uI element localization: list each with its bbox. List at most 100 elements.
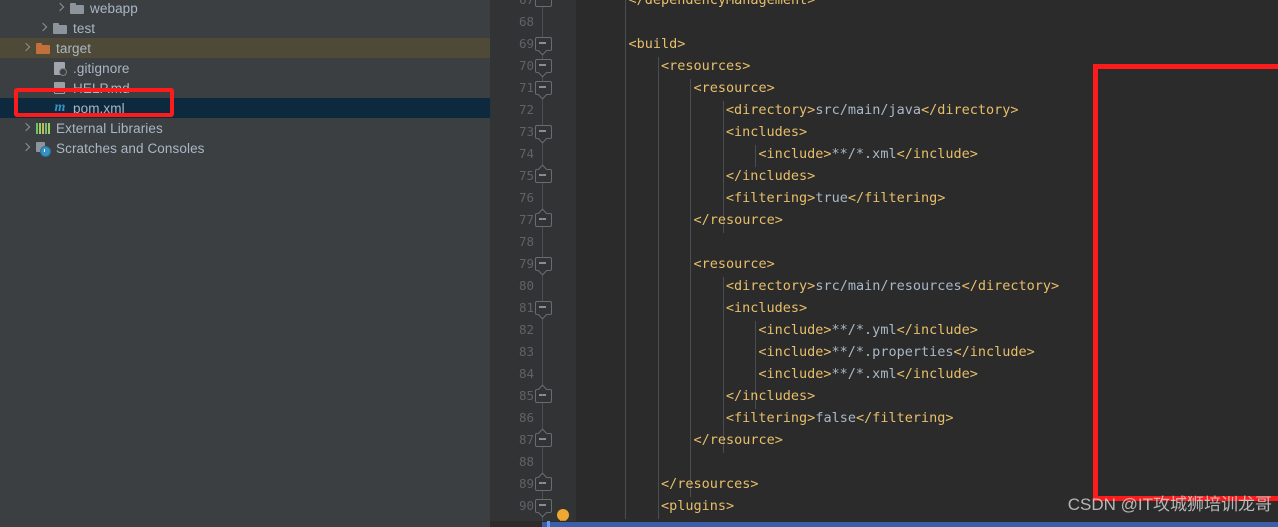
code-fold-toggle[interactable] xyxy=(535,59,552,78)
tree-item-external-libraries[interactable]: External Libraries xyxy=(0,118,490,138)
code-line: <filtering>false</filtering> xyxy=(725,410,954,426)
line-number: 69 xyxy=(518,36,534,51)
code-line: <resources> xyxy=(660,58,751,74)
code-content[interactable]: </dependencyManagement> <build> <resources… xyxy=(576,0,1278,527)
line-number: 68 xyxy=(518,14,534,29)
folder-orange-icon xyxy=(35,40,51,56)
code-line: <directory>src/main/resources</directory… xyxy=(725,278,1060,294)
chevron-right-icon[interactable] xyxy=(55,3,66,14)
chevron-right-icon[interactable] xyxy=(21,43,32,54)
line-number: 81 xyxy=(518,300,534,315)
ide-window: webapp test target .gitignore HELP.md m pom.xm… xyxy=(0,0,1278,527)
code-line: <build> xyxy=(628,36,686,52)
line-number: 72 xyxy=(518,102,534,117)
tree-item-gitignore[interactable]: .gitignore xyxy=(0,58,490,78)
line-number: 67 xyxy=(490,0,534,11)
code-line: </dependencyManagement> xyxy=(628,0,816,8)
folder-gray-icon xyxy=(52,20,68,36)
markdown-icon xyxy=(52,80,68,96)
code-fold-toggle[interactable] xyxy=(535,257,552,276)
indent-guide xyxy=(755,145,757,167)
tree-item-label: webapp xyxy=(90,0,138,16)
indent-guide xyxy=(690,79,692,497)
line-number: 71 xyxy=(518,80,534,95)
line-number: 88 xyxy=(518,454,534,469)
code-fold-toggle[interactable] xyxy=(535,499,552,518)
code-fold-toggle[interactable] xyxy=(535,125,552,144)
code-line: <resource> xyxy=(693,80,775,96)
scratches-icon xyxy=(35,140,51,157)
line-number: 85 xyxy=(518,388,534,403)
code-fold-toggle[interactable] xyxy=(535,37,552,56)
code-line: <directory>src/main/java</directory> xyxy=(725,102,1019,118)
line-number: 86 xyxy=(518,410,534,425)
tree-item-help-md[interactable]: HELP.md xyxy=(0,78,490,98)
code-fold-toggle[interactable] xyxy=(535,472,552,492)
line-number: 83 xyxy=(518,344,534,359)
tree-item-label: pom.xml xyxy=(73,100,125,116)
code-line: <include>**/*.properties</include> xyxy=(758,344,1035,360)
tree-item-label: HELP.md xyxy=(73,80,130,96)
code-fold-toggle[interactable] xyxy=(535,428,552,448)
code-fold-toggle[interactable] xyxy=(535,0,552,8)
tree-item-target[interactable]: target xyxy=(0,38,490,58)
line-number: 84 xyxy=(518,366,534,381)
indent-guide xyxy=(722,277,724,453)
chevron-right-icon[interactable] xyxy=(38,23,49,34)
line-number: 79 xyxy=(518,256,534,271)
code-line: </includes> xyxy=(725,388,816,404)
tree-item-label: .gitignore xyxy=(73,60,130,76)
code-line: <include>**/*.xml</include> xyxy=(758,146,978,162)
maven-m-icon: m xyxy=(54,100,66,115)
line-number: 89 xyxy=(518,476,534,491)
line-number: 82 xyxy=(518,322,534,337)
code-fold-toggle[interactable] xyxy=(535,384,552,404)
code-line: </resource> xyxy=(693,212,783,228)
line-number: 87 xyxy=(518,432,534,447)
gitignore-icon xyxy=(52,60,68,76)
code-line: <includes> xyxy=(725,300,808,316)
tree-item-test[interactable]: test xyxy=(0,18,490,38)
line-number: 75 xyxy=(518,168,534,183)
code-line: </resource> xyxy=(693,432,783,448)
line-number: 70 xyxy=(518,58,534,73)
tree-item-label: target xyxy=(56,40,92,56)
tree-item-scratches-and-consoles[interactable]: Scratches and Consoles xyxy=(0,138,490,158)
tree-item-label: External Libraries xyxy=(56,120,163,136)
folder-gray-icon xyxy=(69,0,85,16)
code-line: <includes> xyxy=(725,124,808,140)
project-tool-window[interactable]: webapp test target .gitignore HELP.md m pom.xm… xyxy=(0,0,490,527)
editor-gutter[interactable]: 67 68 69 70 71 72 73 74 75 76 77 78 79 80 81 82 83 84 85 86… xyxy=(490,0,576,527)
code-line: <filtering>true</filtering> xyxy=(725,190,946,206)
code-fold-toggle[interactable] xyxy=(535,208,552,228)
line-number: 80 xyxy=(518,278,534,293)
tree-item-label: Scratches and Consoles xyxy=(56,140,205,156)
tree-item-label: test xyxy=(73,20,96,36)
editor-bottom-bar xyxy=(490,521,1278,527)
code-line: </includes> xyxy=(725,168,816,184)
line-number: 77 xyxy=(518,212,534,227)
code-fold-toggle[interactable] xyxy=(535,164,552,184)
tree-item-pom-xml[interactable]: m pom.xml xyxy=(0,98,490,118)
line-number: 78 xyxy=(518,234,534,249)
line-number: 76 xyxy=(518,190,534,205)
code-line: <plugins> xyxy=(660,498,735,514)
line-number: 74 xyxy=(518,146,534,161)
chevron-right-icon[interactable] xyxy=(21,143,32,154)
chevron-right-icon[interactable] xyxy=(21,123,32,134)
code-line: <include>**/*.xml</include> xyxy=(758,366,978,382)
libraries-icon xyxy=(35,120,51,136)
code-fold-toggle[interactable] xyxy=(535,301,552,320)
code-fold-toggle[interactable] xyxy=(535,81,552,100)
line-number: 73 xyxy=(518,124,534,139)
code-line: <include>**/*.yml</include> xyxy=(758,322,978,338)
code-line: <resource> xyxy=(693,256,775,272)
indent-guide xyxy=(657,57,659,519)
code-line: </resources> xyxy=(660,476,759,492)
indent-guide xyxy=(625,0,627,519)
code-editor[interactable]: 67 68 69 70 71 72 73 74 75 76 77 78 79 80 81 82 83 84 85 86… xyxy=(490,0,1278,527)
tree-item-webapp[interactable]: webapp xyxy=(0,0,490,18)
